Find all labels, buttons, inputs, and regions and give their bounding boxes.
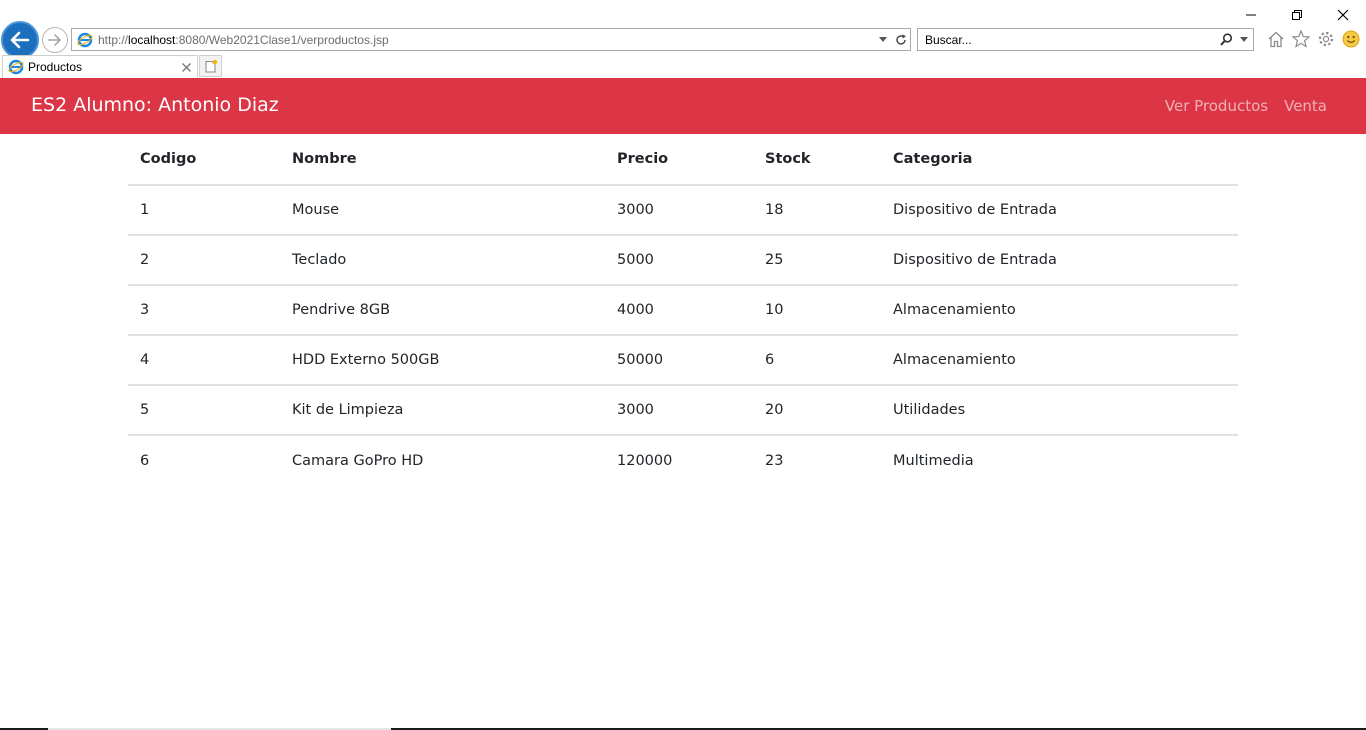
url-path: :8080/Web2021Clase1/verproductos.jsp bbox=[175, 32, 389, 47]
cell-categoria: Dispositivo de Entrada bbox=[893, 202, 1057, 218]
chevron-down-icon bbox=[1240, 37, 1248, 42]
cell-codigo: 4 bbox=[140, 352, 150, 368]
restore-button[interactable] bbox=[1274, 0, 1320, 30]
cell-nombre: Camara GoPro HD bbox=[292, 452, 424, 469]
column-header-nombre: Nombre bbox=[280, 134, 605, 186]
close-icon bbox=[1337, 9, 1349, 21]
cell-codigo: 3 bbox=[140, 302, 150, 318]
address-dropdown-button[interactable] bbox=[874, 29, 892, 50]
nav-links: Ver Productos Venta bbox=[1165, 97, 1327, 115]
cell-stock: 10 bbox=[765, 302, 784, 318]
new-tab-button[interactable] bbox=[199, 55, 222, 77]
cell-stock: 18 bbox=[765, 202, 784, 218]
cell-nombre: Mouse bbox=[292, 202, 340, 218]
cell-stock: 25 bbox=[765, 252, 784, 268]
forward-arrow-icon bbox=[48, 34, 61, 46]
cell-codigo: 5 bbox=[140, 402, 150, 418]
ie-favicon-icon bbox=[8, 59, 24, 75]
cell-codigo: 2 bbox=[140, 252, 150, 268]
feedback-button[interactable] bbox=[1341, 29, 1361, 49]
back-button[interactable] bbox=[1, 21, 39, 59]
star-icon bbox=[1292, 30, 1310, 48]
column-header-categoria: Categoria bbox=[881, 134, 1238, 186]
search-bar bbox=[917, 28, 1254, 51]
cell-codigo: 6 bbox=[140, 452, 150, 469]
back-arrow-icon bbox=[10, 31, 30, 49]
table-row: 3 Pendrive 8GB 4000 10 Almacenamiento bbox=[128, 285, 1238, 335]
column-header-precio: Precio bbox=[605, 134, 753, 186]
cell-stock: 20 bbox=[765, 402, 784, 418]
url-text: http://localhost:8080/Web2021Clase1/verp… bbox=[98, 33, 874, 47]
table-row: 1 Mouse 3000 18 Dispositivo de Entrada bbox=[128, 185, 1238, 235]
cell-nombre: Teclado bbox=[292, 252, 347, 268]
nav-link-ver-productos[interactable]: Ver Productos bbox=[1165, 97, 1268, 115]
table-row: 6 Camara GoPro HD 120000 23 Multimedia bbox=[128, 435, 1238, 485]
refresh-button[interactable] bbox=[892, 29, 910, 50]
products-table-container: Codigo Nombre Precio Stock Categoria 1 M… bbox=[128, 134, 1238, 485]
table-header-row: Codigo Nombre Precio Stock Categoria bbox=[128, 134, 1238, 186]
cell-precio: 5000 bbox=[617, 252, 654, 268]
nav-link-venta[interactable]: Venta bbox=[1284, 97, 1327, 115]
address-bar[interactable]: http://localhost:8080/Web2021Clase1/verp… bbox=[71, 28, 911, 51]
cell-nombre: Pendrive 8GB bbox=[292, 302, 391, 318]
tab-productos[interactable]: Productos bbox=[2, 55, 198, 78]
chevron-down-icon bbox=[879, 37, 887, 42]
close-tab-button[interactable] bbox=[177, 58, 195, 76]
settings-button[interactable] bbox=[1316, 29, 1336, 49]
cell-precio: 3000 bbox=[617, 202, 654, 218]
search-dropdown-button[interactable] bbox=[1235, 29, 1253, 50]
close-icon bbox=[181, 62, 191, 72]
home-button[interactable] bbox=[1266, 29, 1286, 49]
toolbar-icons bbox=[1266, 29, 1361, 49]
gear-icon bbox=[1318, 31, 1334, 47]
cell-stock: 6 bbox=[765, 352, 775, 368]
cell-nombre: HDD Externo 500GB bbox=[292, 352, 440, 368]
table-row: 2 Teclado 5000 25 Dispositivo de Entrada bbox=[128, 235, 1238, 285]
restore-icon bbox=[1292, 10, 1302, 20]
ie-favicon-icon bbox=[77, 32, 93, 48]
url-prefix: http:// bbox=[98, 32, 129, 47]
window-controls bbox=[1228, 0, 1366, 30]
cell-categoria: Multimedia bbox=[893, 452, 974, 469]
home-icon bbox=[1268, 31, 1284, 47]
close-window-button[interactable] bbox=[1320, 0, 1366, 30]
browser-chrome: http://localhost:8080/Web2021Clase1/verp… bbox=[0, 0, 1366, 78]
cell-categoria: Dispositivo de Entrada bbox=[893, 252, 1057, 268]
cell-codigo: 1 bbox=[140, 202, 150, 218]
forward-button[interactable] bbox=[42, 27, 68, 53]
column-header-stock: Stock bbox=[753, 134, 881, 186]
url-host: localhost bbox=[128, 32, 176, 47]
favorites-button[interactable] bbox=[1291, 29, 1311, 49]
navbar: ES2 Alumno: Antonio Diaz Ver Productos V… bbox=[0, 78, 1366, 134]
navbar-brand[interactable]: ES2 Alumno: Antonio Diaz bbox=[31, 94, 279, 116]
minimize-icon bbox=[1246, 14, 1256, 16]
cell-precio: 3000 bbox=[617, 402, 654, 418]
products-table: Codigo Nombre Precio Stock Categoria 1 M… bbox=[128, 134, 1238, 485]
tab-label: Productos bbox=[28, 60, 83, 74]
cell-categoria: Almacenamiento bbox=[893, 352, 1016, 368]
smiley-icon bbox=[1342, 30, 1360, 48]
cell-categoria: Utilidades bbox=[893, 402, 966, 418]
new-tab-icon bbox=[205, 59, 217, 73]
column-header-codigo: Codigo bbox=[128, 134, 280, 186]
cell-categoria: Almacenamiento bbox=[893, 302, 1016, 318]
table-row: 4 HDD Externo 500GB 50000 6 Almacenamien… bbox=[128, 335, 1238, 385]
cell-precio: 120000 bbox=[617, 452, 673, 469]
search-input[interactable] bbox=[925, 29, 1217, 50]
refresh-icon bbox=[896, 34, 906, 45]
cell-precio: 50000 bbox=[617, 352, 664, 368]
cell-nombre: Kit de Limpieza bbox=[292, 402, 404, 418]
search-icon bbox=[1219, 33, 1232, 46]
cell-precio: 4000 bbox=[617, 302, 654, 318]
search-button[interactable] bbox=[1217, 29, 1235, 50]
cell-stock: 23 bbox=[765, 452, 784, 469]
table-row: 5 Kit de Limpieza 3000 20 Utilidades bbox=[128, 385, 1238, 435]
minimize-button[interactable] bbox=[1228, 0, 1274, 30]
